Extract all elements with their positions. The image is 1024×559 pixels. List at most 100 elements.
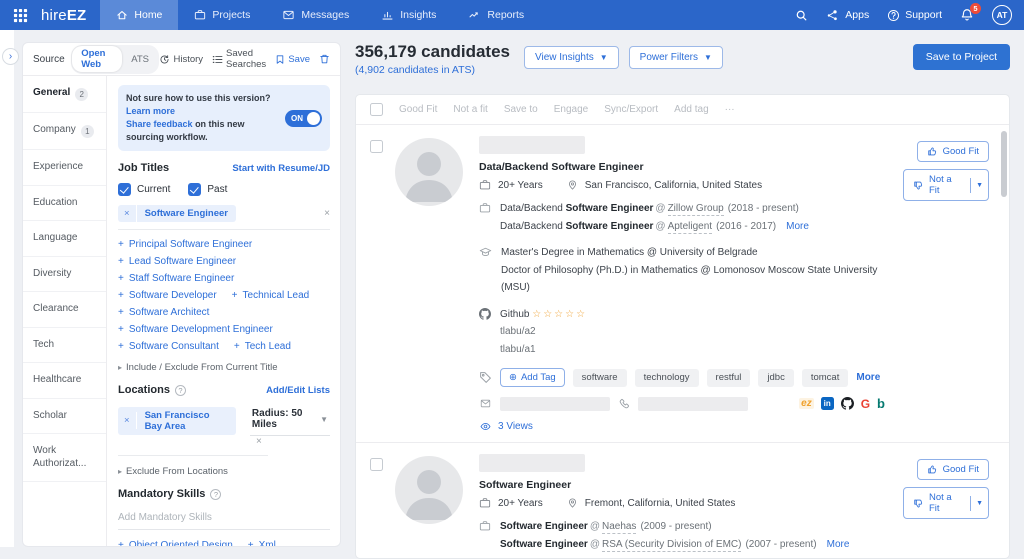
tags-more-link[interactable]: More [856,372,880,383]
suggestion-title[interactable]: Lead Software Engineer [118,256,236,267]
add-tag-button[interactable]: ⊕ Add Tag [500,368,565,387]
history-button[interactable]: History [159,54,203,65]
saved-searches-button[interactable]: Saved Searches [212,48,266,70]
views-link[interactable]: 3 Views [479,421,903,432]
not-a-fit-dropdown[interactable]: ▼ [970,177,988,193]
nav-tab-messages[interactable]: Messages [266,0,365,30]
view-insights-button[interactable]: View Insights ▼ [523,46,619,69]
start-with-resume-link[interactable]: Start with Resume/JD [232,163,330,174]
category-work-authorization[interactable]: Work Authorizat... [23,434,106,482]
suggestion-title[interactable]: Tech Lead [234,341,291,352]
category-language[interactable]: Language [23,221,106,257]
linkedin-icon[interactable]: in [820,397,834,410]
include-exclude-title-expander[interactable]: Include / Exclude From Current Title [118,362,330,373]
candidate-tag[interactable]: jdbc [758,368,794,387]
briefcase-icon [195,10,206,20]
notifications-button[interactable]: 5 [960,3,981,22]
bulk-good-fit[interactable]: Good Fit [399,104,437,115]
bulk-save-to[interactable]: Save to [504,104,538,115]
checkbox-current[interactable]: Current [118,183,170,197]
category-diversity[interactable]: Diversity [23,257,106,292]
radius-select[interactable]: Radius: 50 Miles ▼ [249,405,330,437]
bulk-add-tag[interactable]: Add tag [674,104,708,115]
bulk-engage[interactable]: Engage [554,104,588,115]
candidate-checkbox[interactable] [370,140,383,153]
candidate-tag[interactable]: tomcat [801,368,849,387]
category-healthcare[interactable]: Healthcare [23,363,106,399]
nav-tab-insights[interactable]: Insights [365,0,452,30]
selected-title-tag[interactable]: × Software Engineer [118,205,236,223]
thumb-up-icon [927,147,936,156]
not-a-fit-button[interactable]: Not a Fit ▼ [903,487,989,519]
select-all-checkbox[interactable] [370,103,383,116]
company-link[interactable]: Naehas [601,521,637,534]
candidate-checkbox[interactable] [370,458,383,471]
nav-tab-home[interactable]: Home [100,0,179,30]
bulk-not-a-fit[interactable]: Not a fit [453,104,487,115]
save-search-button[interactable]: Save [275,54,310,65]
suggestion-skill[interactable]: Xml [248,540,276,546]
suggestion-title[interactable]: Staff Software Engineer [118,273,234,284]
category-scholar[interactable]: Scholar [23,399,106,434]
share-feedback-link[interactable]: Share feedback [126,119,193,129]
google-icon[interactable]: G [861,397,870,411]
candidate-tag[interactable]: software [572,368,627,387]
suggestion-title[interactable]: Software Architect [118,307,210,318]
version-toggle[interactable]: ON [285,109,322,127]
learn-more-link[interactable]: Learn more [126,106,175,116]
suggestion-skill[interactable]: Object Oriented Design [118,540,233,546]
user-avatar[interactable]: AT [992,5,1012,25]
hireez-logo[interactable]: hireEZ [41,7,86,24]
power-filters-button[interactable]: Power Filters ▼ [628,46,723,69]
clear-location-icon[interactable]: × [256,436,262,447]
panel-collapse-button[interactable]: › [2,48,19,65]
nav-tab-reports[interactable]: Reports [452,0,540,30]
experience-more-link[interactable]: More [827,539,850,550]
suggestion-title[interactable]: Software Consultant [118,341,219,352]
hireez-profile-icon[interactable]: ez [799,398,814,409]
company-link[interactable]: Apteligent [667,220,713,234]
bulk-more-icon[interactable]: ··· [725,104,735,115]
remove-tag-icon[interactable]: × [118,205,137,223]
support-menu[interactable]: Support [887,9,942,22]
selected-location-tag[interactable]: × San Francisco Bay Area [118,406,236,435]
app-grid-icon[interactable] [9,4,31,26]
category-general[interactable]: General 2 [23,76,106,113]
category-experience[interactable]: Experience [23,150,106,186]
exclude-locations-expander[interactable]: Exclude From Locations [118,466,330,477]
results-scrollbar[interactable] [1001,131,1007,197]
experience-more-link[interactable]: More [786,221,809,232]
category-education[interactable]: Education [23,186,106,221]
suggestion-title[interactable]: Technical Lead [232,290,310,301]
save-to-project-button[interactable]: Save to Project [912,44,1010,70]
good-fit-button[interactable]: Good Fit [916,459,989,480]
category-clearance[interactable]: Clearance [23,292,106,328]
bulk-sync-export[interactable]: Sync/Export [604,104,658,115]
source-ats[interactable]: ATS [122,52,158,67]
candidate-tag[interactable]: restful [706,368,751,387]
delete-search-button[interactable] [319,53,330,65]
clear-titles-icon[interactable]: × [324,208,330,219]
github-profile-icon[interactable] [840,397,854,410]
thumb-down-icon [914,499,923,507]
remove-tag-icon[interactable]: × [118,412,137,430]
mandatory-skills-input[interactable] [118,508,330,531]
not-a-fit-button[interactable]: Not a Fit ▼ [903,169,989,201]
category-company[interactable]: Company 1 [23,113,106,150]
category-tech[interactable]: Tech [23,328,106,363]
checkbox-past[interactable]: Past [188,183,227,197]
suggestion-title[interactable]: Software Development Engineer [118,324,273,335]
apps-menu[interactable]: Apps [826,9,869,22]
suggestion-title[interactable]: Principal Software Engineer [118,239,252,250]
search-icon[interactable] [795,9,808,22]
bing-icon[interactable]: b [877,396,885,411]
company-link[interactable]: RSA (Security Division of EMC) [601,538,742,552]
not-a-fit-dropdown[interactable]: ▼ [970,495,988,511]
nav-tab-projects[interactable]: Projects [178,0,266,30]
good-fit-button[interactable]: Good Fit [916,141,989,162]
company-link[interactable]: Zillow Group [667,203,724,216]
source-open-web[interactable]: Open Web [72,46,123,72]
suggestion-title[interactable]: Software Developer [118,290,217,301]
candidate-tag[interactable]: technology [634,368,699,387]
add-edit-lists-link[interactable]: Add/Edit Lists [266,385,330,396]
